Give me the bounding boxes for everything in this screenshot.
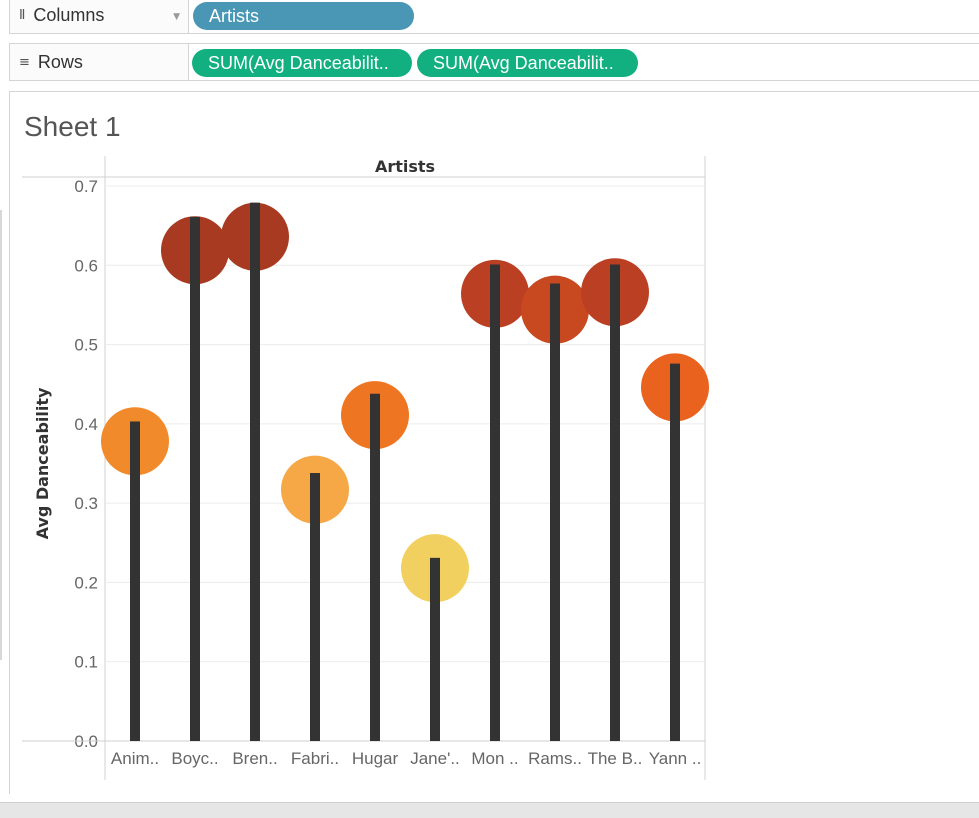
- x-tick-label: Rams..: [528, 749, 582, 768]
- bar-mark: [430, 557, 440, 741]
- y-tick-label: 0.6: [74, 256, 98, 275]
- x-tick-label: Mon ..: [471, 749, 518, 768]
- y-axis-title: Avg Danceability: [33, 387, 52, 539]
- x-tick-label: Yann ..: [649, 749, 702, 768]
- y-tick-label: 0.3: [74, 494, 98, 513]
- bar-mark: [310, 473, 320, 741]
- bar-mark: [610, 264, 620, 741]
- bar-mark: [130, 421, 140, 741]
- x-tick-label: Anim..: [111, 749, 159, 768]
- bar-mark: [670, 363, 680, 741]
- bar-mark: [190, 216, 200, 741]
- x-tick-label: Boyc..: [171, 749, 218, 768]
- y-tick-label: 0.2: [74, 573, 98, 592]
- x-tick-label: Fabri..: [291, 749, 339, 768]
- x-tick-label: Hugar: [352, 749, 399, 768]
- bar-mark: [550, 283, 560, 741]
- x-tick-label: Bren..: [232, 749, 277, 768]
- y-tick-label: 0.7: [74, 177, 98, 196]
- y-tick-label: 0.1: [74, 653, 98, 672]
- bar-mark: [370, 393, 380, 741]
- x-tick-label: Jane'..: [410, 749, 460, 768]
- y-tick-label: 0.5: [74, 336, 98, 355]
- lollipop-chart[interactable]: Artists0.00.10.20.30.40.50.60.7Avg Dance…: [0, 0, 979, 817]
- status-bar: [0, 802, 979, 818]
- x-tick-label: The B..: [588, 749, 643, 768]
- bar-mark: [250, 202, 260, 741]
- column-header-artists: Artists: [375, 157, 435, 176]
- y-tick-label: 0.4: [74, 415, 98, 434]
- bar-mark: [490, 264, 500, 741]
